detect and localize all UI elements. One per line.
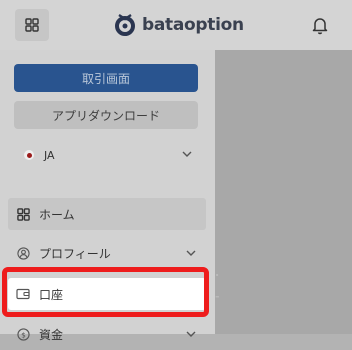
menu-toggle-button[interactable] (15, 9, 49, 41)
user-icon (16, 246, 30, 260)
app-download-button[interactable]: アプリダウンロード (14, 101, 198, 129)
obscured-text: - (215, 290, 220, 303)
grid-icon (25, 18, 39, 32)
chevron-down-icon (186, 331, 196, 337)
sidebar-item-profile[interactable]: プロフィール (8, 237, 206, 269)
sidebar-item-label: ホーム (39, 207, 75, 222)
chevron-down-icon (182, 151, 192, 157)
obscured-text: . (215, 266, 220, 279)
sidebar-item-funds[interactable]: $ 資金 (8, 318, 206, 350)
sidebar-item-label: 資金 (39, 327, 64, 342)
coin-icon: $ (16, 327, 30, 341)
highlight-box (2, 267, 209, 317)
sidebar-item-home[interactable]: ホーム (8, 198, 206, 230)
trading-screen-button[interactable]: 取引画面 (14, 64, 198, 92)
japan-flag-icon (24, 150, 34, 160)
grid-icon (16, 207, 30, 221)
top-header: bataoption (0, 0, 352, 50)
logo-mark-icon (115, 14, 135, 36)
language-selector[interactable]: JA (14, 142, 198, 168)
language-label: JA (44, 148, 55, 162)
sidebar-item-label: プロフィール (39, 246, 111, 261)
main-content-overlay: . - (215, 50, 352, 334)
logo-text: bataoption (142, 15, 244, 35)
svg-text:$: $ (21, 330, 26, 339)
brand-logo[interactable]: bataoption (114, 12, 244, 38)
bell-icon[interactable] (311, 15, 329, 35)
chevron-down-icon (186, 250, 196, 256)
